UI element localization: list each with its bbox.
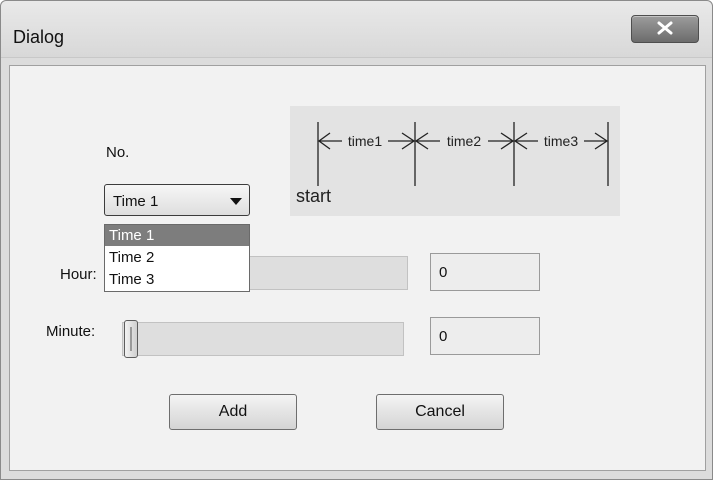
time-select-value: Time 1 [113, 193, 159, 210]
close-button[interactable] [631, 15, 699, 43]
no-label: No. [106, 144, 130, 161]
minute-slider[interactable] [122, 322, 404, 356]
segment-label-time3: time3 [544, 133, 578, 149]
dropdown-option-time-2[interactable]: Time 2 [105, 247, 249, 268]
time-select[interactable]: Time 1 [104, 184, 250, 216]
chevron-down-icon [230, 198, 242, 205]
cancel-button[interactable]: Cancel [376, 394, 504, 430]
minute-label: Minute: [46, 323, 96, 340]
add-button[interactable]: Add [169, 394, 297, 430]
title-bar[interactable]: Dialog [1, 1, 712, 58]
minute-value: 0 [439, 328, 448, 345]
hour-slider[interactable] [246, 256, 408, 290]
minute-input[interactable]: 0 [430, 317, 540, 355]
start-label: start [296, 186, 332, 206]
hour-value: 0 [439, 264, 448, 281]
dropdown-option-time-3[interactable]: Time 3 [105, 269, 249, 290]
minute-slider-thumb[interactable] [124, 320, 138, 358]
segment-label-time2: time2 [447, 133, 481, 149]
hour-input[interactable]: 0 [430, 253, 540, 291]
timeline-diagram: time1 time2 time3 start [290, 106, 620, 216]
window-title: Dialog [13, 27, 65, 47]
segment-label-time1: time1 [348, 133, 382, 149]
close-icon [657, 21, 673, 35]
time-select-dropdown: Time 1 Time 2 Time 3 [104, 224, 250, 292]
dropdown-option-time-1[interactable]: Time 1 [105, 225, 249, 246]
hour-label: Hour: [60, 266, 97, 283]
